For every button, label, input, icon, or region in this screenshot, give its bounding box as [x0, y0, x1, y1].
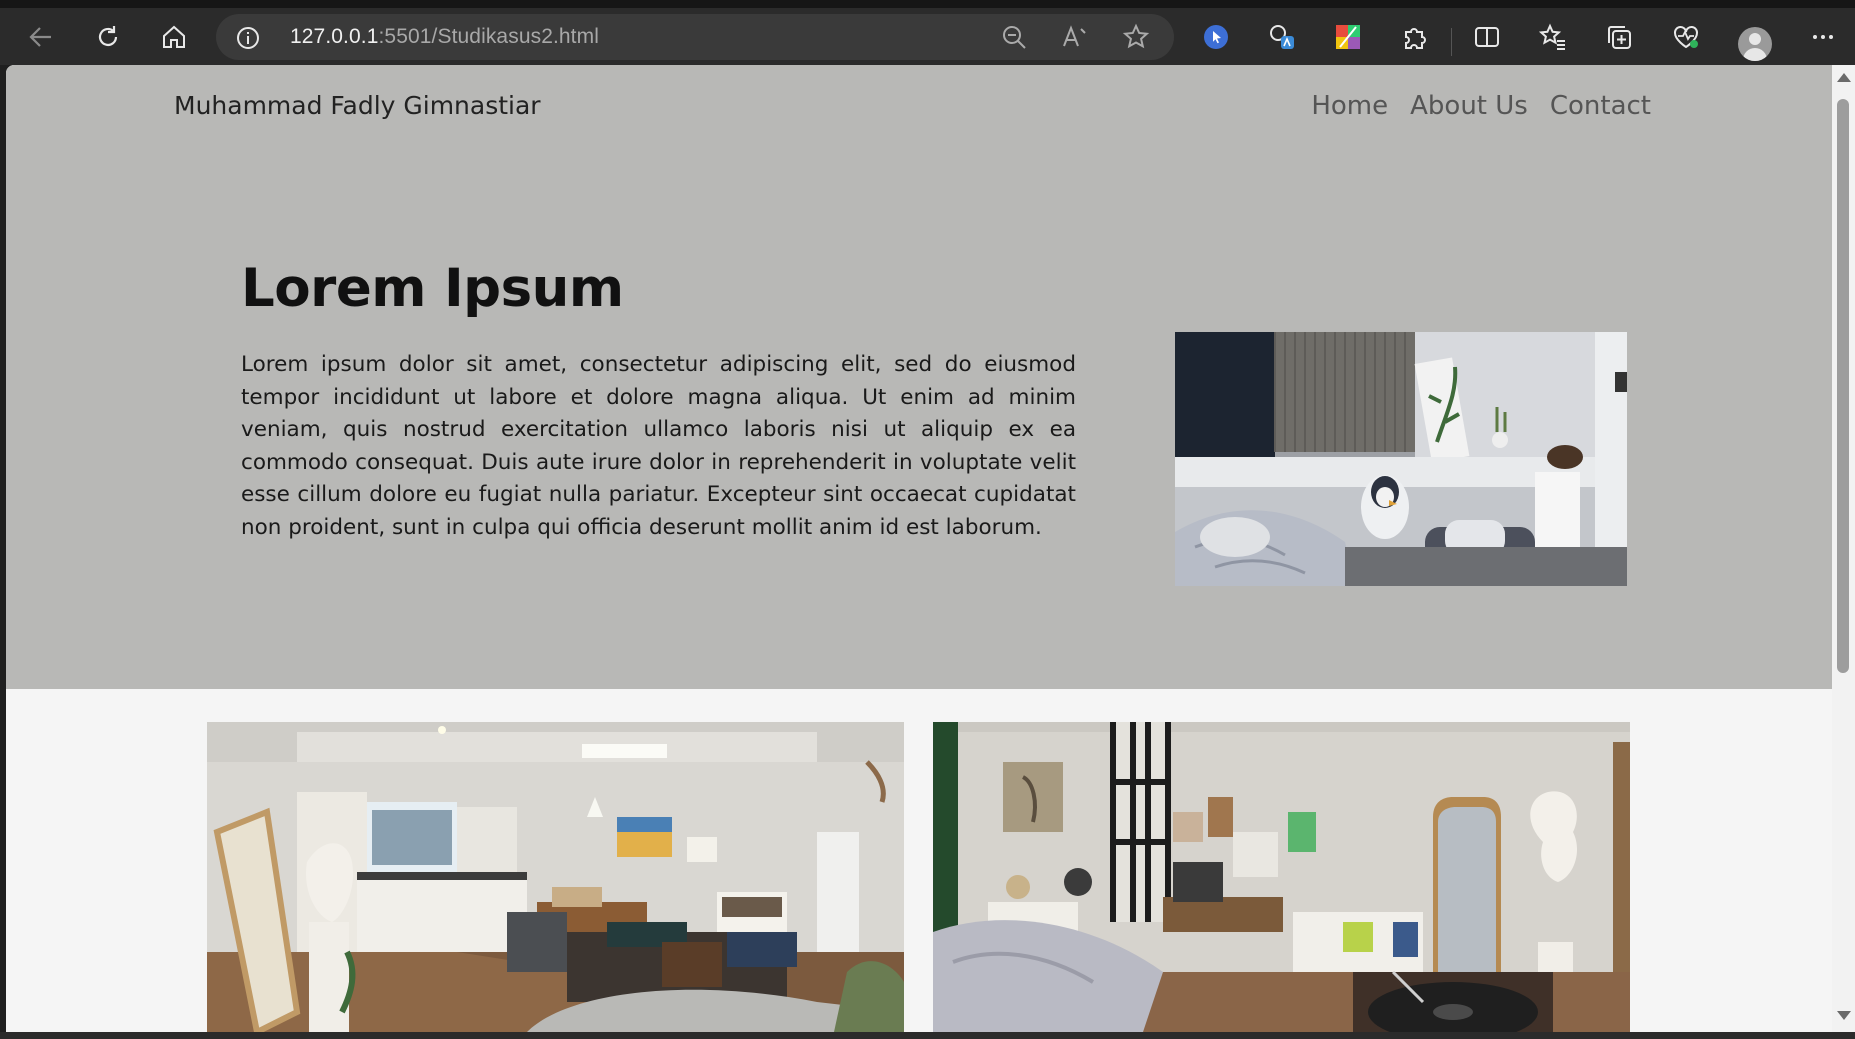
living-kitchen-photo: [207, 722, 904, 1032]
bedroom-desk-photo: [933, 722, 1630, 1032]
split-screen-icon[interactable]: [1468, 18, 1506, 56]
main-nav: Home About Us Contact: [1311, 91, 1651, 121]
hero-section: Muhammad Fadly Gimnastiar Home About Us …: [6, 65, 1832, 689]
refresh-icon[interactable]: [89, 18, 127, 56]
site-brand[interactable]: Muhammad Fadly Gimnastiar: [174, 91, 541, 120]
nav-contact[interactable]: Contact: [1550, 91, 1651, 121]
bedroom-photo: [1175, 332, 1627, 586]
extensions-puzzle-icon[interactable]: [1395, 18, 1433, 56]
url-path: :5501/Studikasus2.html: [378, 25, 599, 48]
nav-home[interactable]: Home: [1311, 91, 1388, 121]
read-aloud-icon[interactable]: [1061, 23, 1089, 55]
extension-translate-icon[interactable]: [1263, 18, 1301, 56]
browser-health-icon[interactable]: [1667, 18, 1705, 56]
info-icon[interactable]: [236, 26, 260, 54]
browser-toolbar: 127.0.0.1:5501/Studikasus2.html: [0, 8, 1855, 65]
hero-paragraph: Lorem ipsum dolor sit amet, consectetur …: [241, 352, 1076, 540]
extension-cursor-icon[interactable]: [1197, 18, 1235, 56]
scrollbar-thumb[interactable]: [1837, 99, 1849, 673]
favorite-star-icon[interactable]: [1122, 23, 1150, 55]
zoom-out-icon[interactable]: [1000, 23, 1028, 55]
nav-about-us[interactable]: About Us: [1410, 91, 1528, 121]
home-icon[interactable]: [155, 18, 193, 56]
window-bottom-edge: [0, 1032, 1855, 1039]
back-icon[interactable]: [22, 18, 60, 56]
page-viewport: Muhammad Fadly Gimnastiar Home About Us …: [6, 65, 1832, 1032]
favorites-icon[interactable]: [1534, 18, 1572, 56]
url-text[interactable]: 127.0.0.1:5501/Studikasus2.html: [290, 25, 599, 49]
hero-title: Lorem Ipsum: [241, 258, 624, 319]
tab-strip: [0, 0, 1855, 8]
toolbar-separator: [1451, 28, 1452, 56]
url-host: 127.0.0.1: [290, 25, 379, 48]
profile-avatar[interactable]: [1738, 27, 1772, 61]
address-bar[interactable]: 127.0.0.1:5501/Studikasus2.html: [216, 14, 1174, 60]
more-menu-icon[interactable]: [1804, 18, 1842, 56]
vertical-scrollbar[interactable]: [1832, 65, 1855, 1032]
scroll-down-arrow-icon[interactable]: [1837, 1011, 1851, 1020]
extension-color-icon[interactable]: [1329, 18, 1367, 56]
collections-icon[interactable]: [1600, 18, 1638, 56]
scroll-up-arrow-icon[interactable]: [1837, 73, 1851, 82]
